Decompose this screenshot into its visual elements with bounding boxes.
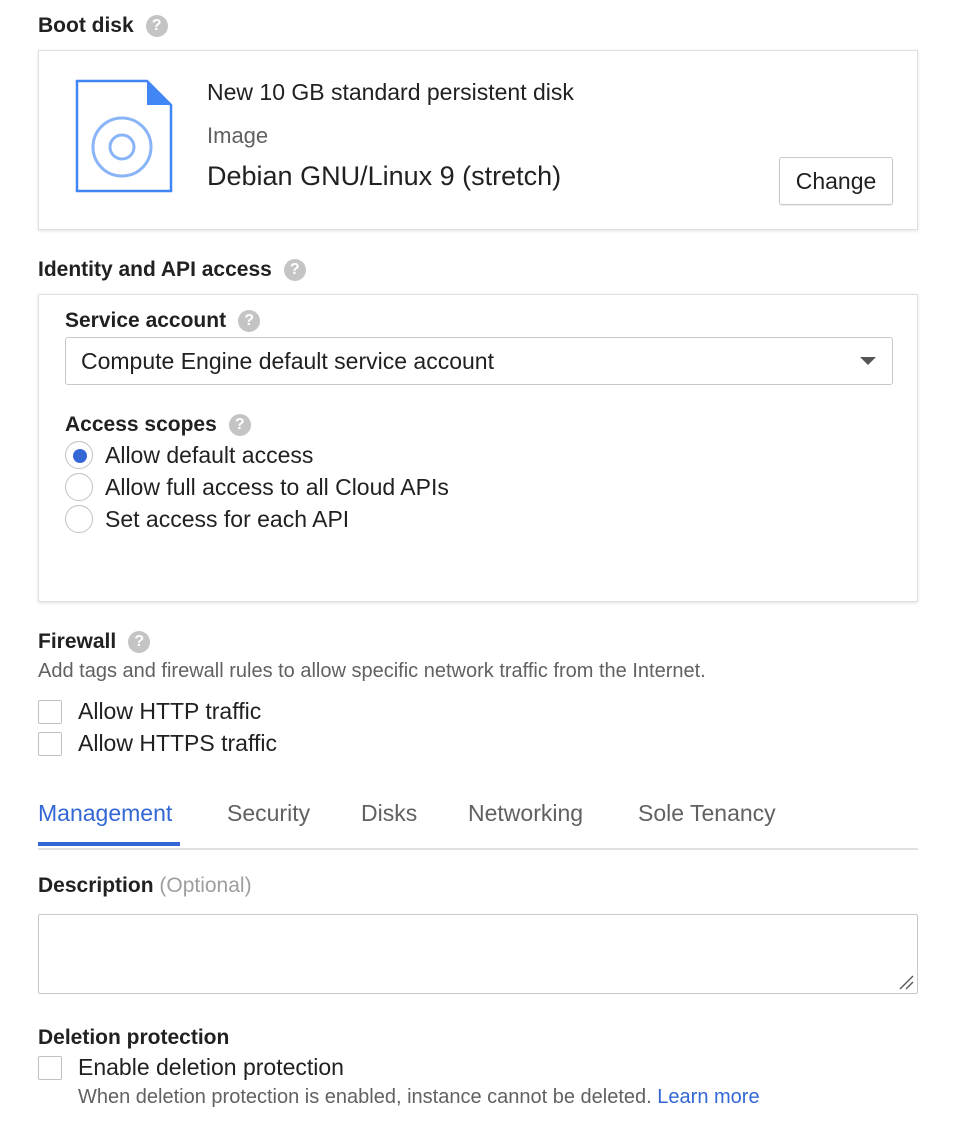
service-account-title: Service account ? <box>65 309 261 333</box>
hint-text: When deletion protection is enabled, ins… <box>78 1086 652 1108</box>
resize-handle-icon[interactable] <box>898 974 914 990</box>
description-textarea[interactable] <box>38 914 918 994</box>
scope-option-default[interactable]: Allow default access <box>65 441 313 469</box>
scope-label: Allow full access to all Cloud APIs <box>105 473 449 500</box>
deletion-protection-option[interactable]: Enable deletion protection <box>38 1054 344 1081</box>
boot-disk-title: Boot disk ? <box>38 14 168 38</box>
boot-disk-card: New 10 GB standard persistent disk Image… <box>38 50 918 230</box>
service-account-label: Service account <box>65 309 227 332</box>
checkbox[interactable] <box>38 1055 62 1080</box>
firewall-description: Add tags and firewall rules to allow spe… <box>38 660 706 682</box>
tab-disks[interactable]: Disks <box>361 800 417 827</box>
checkbox-label: Allow HTTPS traffic <box>78 730 277 756</box>
tab-security[interactable]: Security <box>227 800 310 827</box>
checkbox[interactable] <box>38 731 62 756</box>
checkbox-label: Enable deletion protection <box>78 1054 344 1080</box>
checkbox-label: Allow HTTP traffic <box>78 698 262 724</box>
firewall-title-text: Firewall <box>38 630 117 653</box>
disk-name: New 10 GB standard persistent disk <box>207 79 574 105</box>
scope-option-full[interactable]: Allow full access to all Cloud APIs <box>65 473 449 501</box>
disk-image-icon <box>75 79 173 193</box>
help-icon[interactable]: ? <box>283 259 306 281</box>
identity-title: Identity and API access ? <box>38 258 306 282</box>
tab-management[interactable]: Management <box>38 800 172 827</box>
tab-bar: Management Security Disks Networking Sol… <box>38 796 918 850</box>
boot-disk-title-text: Boot disk <box>38 14 134 37</box>
checkbox[interactable] <box>38 699 62 724</box>
dropdown-arrow-icon <box>860 357 876 365</box>
optional-hint: (Optional) <box>159 874 252 897</box>
firewall-title: Firewall ? <box>38 630 151 654</box>
access-scopes-title: Access scopes ? <box>65 413 251 437</box>
tab-sole-tenancy[interactable]: Sole Tenancy <box>638 800 776 827</box>
help-icon[interactable]: ? <box>128 631 151 653</box>
help-icon[interactable]: ? <box>145 15 168 37</box>
allow-https-option[interactable]: Allow HTTPS traffic <box>38 730 277 757</box>
identity-title-text: Identity and API access <box>38 258 272 281</box>
service-account-value: Compute Engine default service account <box>81 347 494 374</box>
deletion-protection-hint: When deletion protection is enabled, ins… <box>78 1086 760 1109</box>
help-icon[interactable]: ? <box>228 414 251 436</box>
description-label: Description (Optional) <box>38 874 252 898</box>
deletion-protection-title: Deletion protection <box>38 1026 230 1049</box>
image-label: Image <box>207 123 269 148</box>
active-tab-indicator <box>38 842 180 846</box>
help-icon[interactable]: ? <box>238 310 261 332</box>
description-label-text: Description <box>38 874 154 897</box>
learn-more-link[interactable]: Learn more <box>657 1086 759 1108</box>
service-account-select[interactable]: Compute Engine default service account <box>65 337 893 385</box>
radio-button[interactable] <box>65 505 93 533</box>
access-scopes-label: Access scopes <box>65 413 217 436</box>
identity-card: Service account ? Compute Engine default… <box>38 294 918 602</box>
scope-label: Set access for each API <box>105 505 350 532</box>
radio-button[interactable] <box>65 441 93 469</box>
allow-http-option[interactable]: Allow HTTP traffic <box>38 698 261 725</box>
tab-networking[interactable]: Networking <box>468 800 583 827</box>
image-name: Debian GNU/Linux 9 (stretch) <box>207 161 562 191</box>
change-button[interactable]: Change <box>779 157 893 205</box>
scope-option-each-api[interactable]: Set access for each API <box>65 505 349 533</box>
scope-label: Allow default access <box>105 441 314 468</box>
radio-button[interactable] <box>65 473 93 501</box>
